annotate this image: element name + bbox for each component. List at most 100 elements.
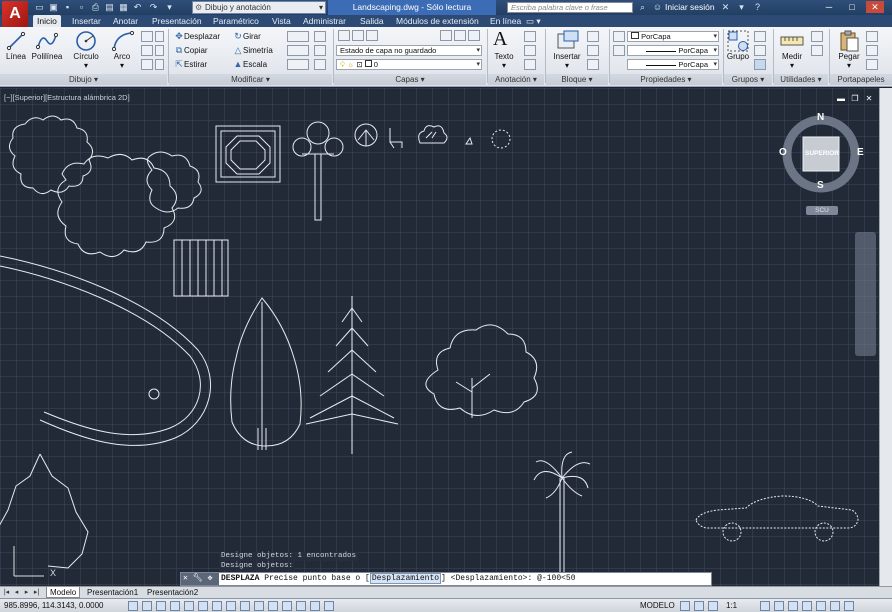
match-icon[interactable] — [866, 59, 878, 70]
application-menu-button[interactable]: A — [2, 1, 28, 27]
print-icon[interactable]: ⎙ — [90, 2, 101, 13]
annotation-scale-value[interactable]: 1:1 — [726, 601, 737, 610]
save-icon[interactable]: ▪ — [62, 2, 73, 13]
clean-screen-icon[interactable] — [830, 601, 840, 611]
text-dropdown[interactable]: ▾ — [489, 61, 519, 70]
measure-dropdown[interactable]: ▾ — [776, 61, 808, 70]
command-prompt[interactable]: DESPLAZA Precise punto base o [Desplazam… — [221, 573, 576, 585]
group-dibujo[interactable]: Dibujo ▾ — [0, 74, 167, 85]
lineweight-icon[interactable] — [268, 601, 278, 611]
status-menu-icon[interactable] — [816, 601, 826, 611]
tab-presentacion1[interactable]: Presentación1 — [84, 587, 141, 598]
cut-icon[interactable] — [866, 31, 878, 42]
stretch-button[interactable]: ⇱Estirar — [174, 59, 207, 70]
more-icon[interactable]: ▾ — [164, 2, 175, 13]
group-bloque[interactable]: Bloque ▾ — [546, 74, 608, 85]
arc-button[interactable]: Arco — [108, 52, 136, 61]
lock-ui-icon[interactable] — [774, 601, 784, 611]
explode-icon[interactable] — [314, 45, 326, 56]
quick-properties-icon[interactable] — [296, 601, 306, 611]
trim-icon[interactable] — [287, 31, 309, 42]
leader-icon[interactable] — [524, 45, 536, 56]
layer-properties-icon[interactable] — [338, 30, 350, 41]
match-properties-icon[interactable] — [613, 31, 625, 42]
lineweight-dropdown[interactable]: PorCapa ▾ — [627, 59, 719, 70]
region-icon[interactable] — [141, 59, 153, 70]
quick-calc-icon[interactable] — [811, 31, 823, 42]
tab-parametrico[interactable]: Paramétrico — [213, 15, 259, 27]
open-file-icon[interactable]: ▣ — [48, 2, 59, 13]
block-attributes-icon[interactable] — [587, 59, 599, 70]
region-dropdown[interactable] — [155, 59, 164, 70]
fillet-icon[interactable] — [287, 45, 309, 56]
workspace-switching-icon[interactable] — [760, 601, 770, 611]
snap-icon[interactable] — [142, 601, 152, 611]
viewcube-north-label[interactable]: N — [817, 112, 824, 123]
tab-modulos[interactable]: Módulos de extensión — [396, 15, 479, 27]
save-as-icon[interactable]: ▫ — [76, 2, 87, 13]
create-block-icon[interactable] — [587, 31, 599, 42]
command-line[interactable]: ✕ 🔧︎ ✥ DESPLAZA Precise punto base o [De… — [180, 572, 712, 586]
group-anotacion[interactable]: Anotación ▾ — [488, 74, 544, 85]
tab-administrar[interactable]: Administrar — [303, 15, 346, 27]
group-grupos[interactable]: Grupos ▾ — [724, 74, 772, 85]
rotate-button[interactable]: ↻Girar — [233, 31, 261, 42]
layer-isolate-icon[interactable] — [366, 30, 378, 41]
layer-state-dropdown[interactable]: Estado de capa no guardado ▾ — [336, 45, 482, 56]
tab-en-linea[interactable]: En línea — [490, 15, 521, 27]
ducs-icon[interactable] — [240, 601, 250, 611]
tab-salida[interactable]: Salida — [360, 15, 384, 27]
circle-dropdown[interactable]: ▾ — [70, 61, 102, 70]
scale-button[interactable]: ▲Escala — [233, 59, 267, 70]
minimize-button[interactable]: ─ — [820, 1, 838, 13]
grid-icon[interactable] — [156, 601, 166, 611]
id-point-icon[interactable] — [811, 45, 823, 56]
vertical-scrollbar[interactable] — [879, 88, 892, 586]
copy-clip-icon[interactable] — [866, 45, 878, 56]
search-icon[interactable]: ⌕ — [637, 2, 648, 13]
undo-icon[interactable]: ↶ — [132, 2, 143, 13]
rectangle-dropdown[interactable] — [155, 31, 164, 42]
quick-view-drawings-icon[interactable] — [694, 601, 704, 611]
tab-presentacion2[interactable]: Presentación2 — [144, 587, 201, 598]
edit-block-icon[interactable] — [587, 45, 599, 56]
maximize-button[interactable]: □ — [843, 1, 861, 13]
group-modificar[interactable]: Modificar ▾ — [169, 74, 332, 85]
hatch-dropdown[interactable] — [155, 45, 164, 56]
mirror-button[interactable]: △ Simetría — [233, 45, 273, 56]
ungroup-icon[interactable] — [754, 31, 766, 42]
command-line-tools[interactable]: ✕ 🔧︎ ✥ — [181, 573, 219, 585]
offset-icon[interactable] — [314, 59, 326, 70]
group-edit-icon[interactable] — [754, 45, 766, 56]
rectangle-icon[interactable] — [141, 31, 153, 42]
tab-anotar[interactable]: Anotar — [113, 15, 138, 27]
tab-modelo[interactable]: Modelo — [46, 587, 81, 598]
model-space-toggle[interactable]: MODELO — [640, 601, 675, 610]
insert-dropdown[interactable]: ▾ — [550, 61, 584, 70]
viewcube-east-label[interactable]: E — [857, 147, 864, 158]
hardware-acceleration-icon[interactable] — [788, 601, 798, 611]
layer-freeze-icon[interactable] — [468, 30, 480, 41]
circle-button[interactable]: Círculo — [70, 52, 102, 61]
copy-button[interactable]: ⧉ Copiar — [174, 45, 208, 56]
annotation-scale-icon[interactable] — [708, 601, 718, 611]
exchange-icon[interactable]: ✕ — [720, 2, 731, 13]
paste-button[interactable]: Pegar — [834, 52, 864, 61]
selection-cycling-icon[interactable] — [310, 601, 320, 611]
group-utilidades[interactable]: Utilidades ▾ — [774, 74, 828, 85]
new-file-icon[interactable]: ▭ — [34, 2, 45, 13]
annotation-monitor-icon[interactable] — [324, 601, 334, 611]
paste-dropdown[interactable]: ▾ — [834, 61, 864, 70]
isolate-objects-icon[interactable] — [802, 601, 812, 611]
group-button[interactable]: Grupo — [724, 52, 752, 61]
dimension-icon[interactable] — [524, 31, 536, 42]
tab-insertar[interactable]: Insertar — [72, 15, 101, 27]
group-select-icon[interactable] — [754, 59, 766, 70]
erase-icon[interactable] — [314, 31, 326, 42]
table-icon[interactable] — [524, 59, 536, 70]
ortho-icon[interactable] — [170, 601, 180, 611]
tab-vista[interactable]: Vista — [272, 15, 291, 27]
group-propiedades[interactable]: Propiedades ▾ — [610, 74, 722, 85]
layer-make-current-icon[interactable] — [440, 30, 452, 41]
wrench-icon[interactable]: 🔧︎ — [193, 574, 203, 583]
